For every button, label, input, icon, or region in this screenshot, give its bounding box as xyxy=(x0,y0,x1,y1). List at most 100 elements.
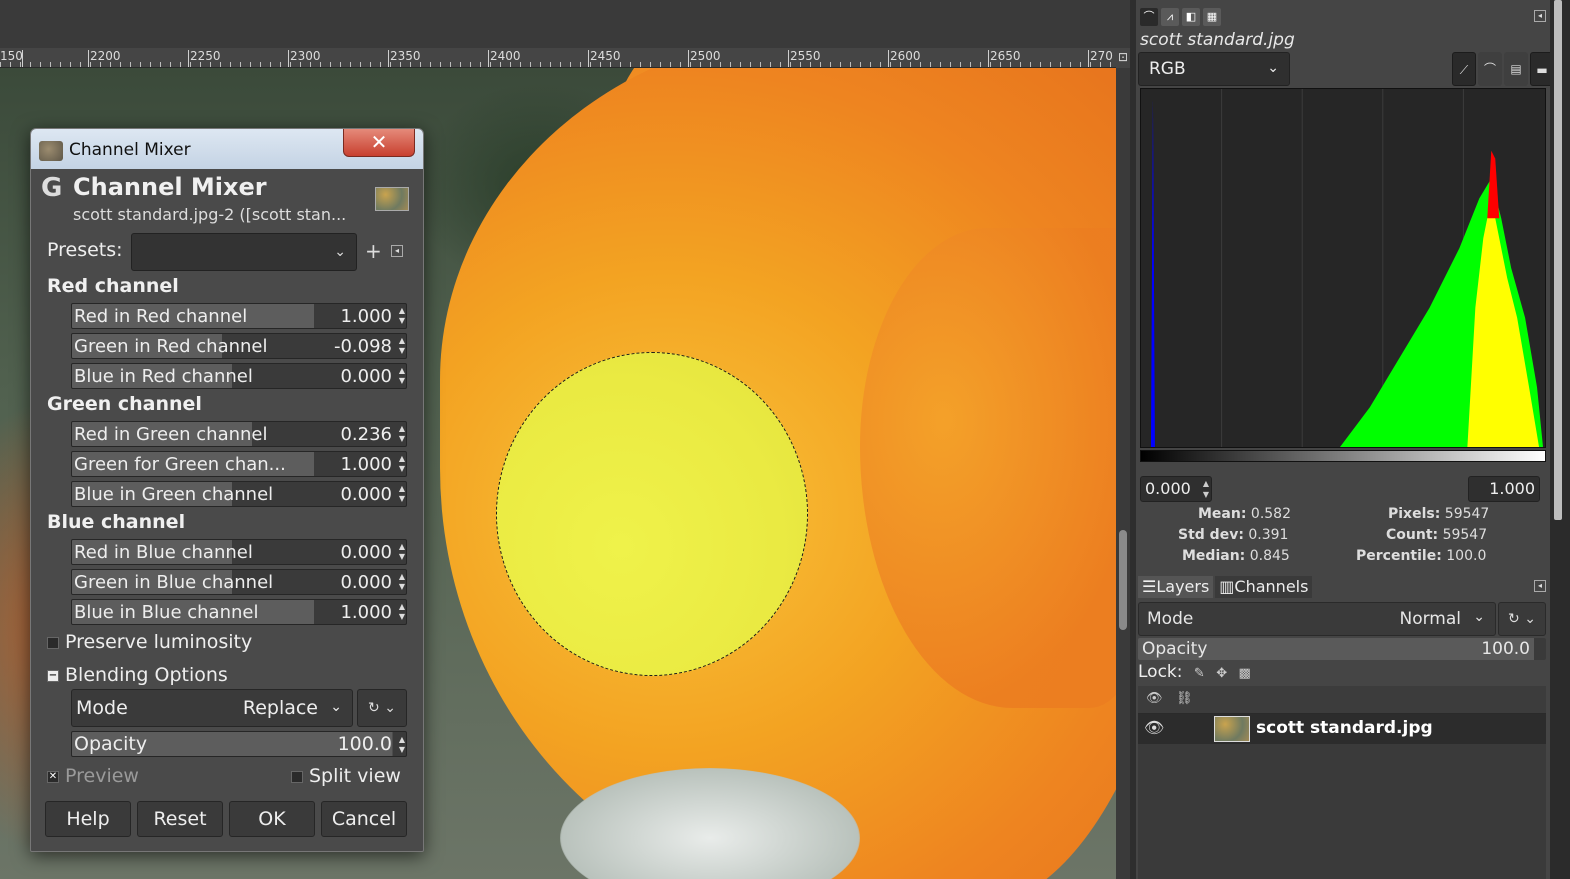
slider-label: Blue in Green channel xyxy=(74,484,274,505)
spin-icon[interactable]: ▲ ▼ xyxy=(399,454,405,474)
blue-in-green-slider[interactable]: Blue in Green channel 0.000 ▲ ▼ xyxy=(71,481,407,507)
right-edge-scrollbar[interactable] xyxy=(1550,0,1570,879)
slider-value: 0.000 xyxy=(340,484,392,505)
lock-row: Lock: ✎ ✥ ▩ xyxy=(1138,662,1251,682)
blue-in-red-slider[interactable]: Blue in Red channel 0.000 ▲ ▼ xyxy=(71,363,407,389)
histogram-tab-icon[interactable]: ⌒ xyxy=(1140,8,1158,26)
layer-name: scott standard.jpg xyxy=(1256,718,1433,738)
slider-label: Green in Blue channel xyxy=(74,572,274,593)
spin-icon[interactable]: ▲ ▼ xyxy=(399,366,405,386)
layer-opacity-slider[interactable]: Opacity 100.0 xyxy=(1138,638,1546,660)
chain-header-icon: ⛓ xyxy=(1176,691,1193,706)
spin-icon[interactable]: ▲ ▼ xyxy=(399,735,405,755)
log-scale-icon[interactable]: ⌒ xyxy=(1478,52,1502,86)
spin-icon[interactable]: ▲ ▼ xyxy=(399,542,405,562)
presets-select[interactable]: ⌄ xyxy=(131,233,357,271)
layer-mode-value: Normal xyxy=(1399,609,1461,629)
histogram-svg xyxy=(1150,89,1544,447)
dialog-subtitle: scott standard.jpg-2 ([scott stan... xyxy=(73,205,347,224)
spin-icon[interactable]: ▲ ▼ xyxy=(399,336,405,356)
edge-scrollbar-thumb[interactable] xyxy=(1554,0,1562,520)
cancel-button[interactable]: Cancel xyxy=(321,801,407,837)
blending-options-expander[interactable]: − Blending Options xyxy=(47,664,228,686)
green-in-blue-slider[interactable]: Green in Blue channel 0.000 ▲ ▼ xyxy=(71,569,407,595)
ruler-tick-label: 2550 xyxy=(790,49,821,63)
ruler-tick-label: 2350 xyxy=(390,49,421,63)
blue-in-blue-slider[interactable]: Blue in Blue channel 1.000 ▲ ▼ xyxy=(71,599,407,625)
lock-pixels-icon[interactable]: ✎ xyxy=(1194,666,1205,681)
dialog-titlebar[interactable]: Channel Mixer ✕ xyxy=(31,129,423,169)
spin-icon[interactable]: ▲ ▼ xyxy=(399,572,405,592)
red-in-green-slider[interactable]: Red in Green channel 0.236 ▲ ▼ xyxy=(71,421,407,447)
layer-row[interactable]: 👁 scott standard.jpg xyxy=(1138,714,1546,744)
blend-mode-label: Mode xyxy=(76,697,128,719)
ruler-major-tick xyxy=(788,50,789,67)
histogram-plot[interactable] xyxy=(1140,88,1546,448)
slider-value: 0.000 xyxy=(340,366,392,387)
histogram-channel-select[interactable]: RGB ⌄ xyxy=(1138,52,1290,86)
image-window-toolbar xyxy=(0,0,1130,48)
lock-alpha-icon[interactable]: ▩ xyxy=(1239,666,1251,681)
ruler-major-tick xyxy=(188,50,189,67)
histogram-range-max[interactable]: 1.000 xyxy=(1468,476,1540,502)
presets-menu-icon[interactable]: ◂ xyxy=(391,245,403,257)
tab-layers[interactable]: ☰Layers xyxy=(1138,576,1214,598)
slider-label: Red in Red channel xyxy=(74,306,248,327)
split-view-icon[interactable]: ▤ xyxy=(1504,52,1528,86)
pattern-tab-icon[interactable]: ▦ xyxy=(1203,8,1221,26)
horizontal-ruler[interactable]: 150 2200 2250 2300 2350 2400 2450 2500 2550 2600 2… xyxy=(0,48,1116,68)
layers-menu-icon[interactable]: ◂ xyxy=(1534,580,1546,592)
ok-button[interactable]: OK xyxy=(229,801,315,837)
red-in-red-slider[interactable]: Red in Red channel 1.000 ▲ ▼ xyxy=(71,303,407,329)
reset-button[interactable]: Reset xyxy=(137,801,223,837)
stat-pixels: Pixels: 59547 xyxy=(1388,506,1490,522)
channel-mixer-app-icon xyxy=(39,141,63,161)
layers-dock-tabs: ☰Layers ▥Channels xyxy=(1138,576,1313,598)
eye-icon[interactable]: 👁 xyxy=(1144,718,1164,737)
dialog-window-title: Channel Mixer xyxy=(69,140,191,160)
blend-opacity-value: 100.0 xyxy=(337,733,392,755)
ruler-tick-label: 270 xyxy=(1090,49,1113,63)
close-icon: ✕ xyxy=(370,130,388,154)
zoom-to-fit-icon[interactable]: ⊡ xyxy=(1116,48,1130,68)
blend-mode-select[interactable]: Mode Replace ⌄ xyxy=(71,689,353,727)
pointer-tab-icon[interactable]: ⩘ xyxy=(1161,8,1179,26)
preserve-luminosity-checkbox[interactable]: Preserve luminosity xyxy=(47,631,252,653)
help-button[interactable]: Help xyxy=(45,801,131,837)
gradient-tab-icon[interactable]: ◧ xyxy=(1182,8,1200,26)
elliptical-selection[interactable] xyxy=(496,352,808,676)
dialog-heading: Channel Mixer xyxy=(73,173,267,201)
spin-icon[interactable]: ▲ ▼ xyxy=(399,602,405,622)
green-in-green-slider[interactable]: Green for Green chan... 1.000 ▲ ▼ xyxy=(71,451,407,477)
add-preset-icon[interactable]: + xyxy=(365,239,382,263)
spin-icon[interactable]: ▲ ▼ xyxy=(399,306,405,326)
layer-list-header: 👁 ⛓ xyxy=(1138,686,1546,714)
composite-icon: ↻ xyxy=(368,700,380,716)
spin-icon[interactable]: ▲ ▼ xyxy=(399,484,405,504)
histogram-range-min[interactable]: 0.000 ▲ ▼ xyxy=(1140,476,1212,502)
spin-icon[interactable]: ▲ ▼ xyxy=(399,424,405,444)
dock-menu-icon[interactable]: ◂ xyxy=(1534,10,1546,22)
chevron-down-icon: ⌄ xyxy=(334,244,346,260)
close-button[interactable]: ✕ xyxy=(343,129,415,157)
split-view-checkbox[interactable]: Split view xyxy=(291,765,401,787)
canvas-vertical-scrollbar[interactable] xyxy=(1116,68,1130,879)
layer-composite-button[interactable]: ↻ ⌄ xyxy=(1498,602,1546,636)
red-in-blue-slider[interactable]: Red in Blue channel 0.000 ▲ ▼ xyxy=(71,539,407,565)
scrollbar-thumb[interactable] xyxy=(1119,530,1127,630)
lock-position-icon[interactable]: ✥ xyxy=(1216,666,1227,681)
preview-checkbox[interactable]: ✕ Preview xyxy=(47,765,139,787)
layer-opacity-value: 100.0 xyxy=(1481,639,1530,659)
slider-label: Green for Green chan... xyxy=(74,454,286,475)
layer-mode-select[interactable]: Mode Normal ⌄ xyxy=(1138,602,1496,636)
layers-list-empty-area[interactable] xyxy=(1138,744,1546,879)
blend-opacity-slider[interactable]: Opacity 100.0 ▲ ▼ xyxy=(71,731,407,757)
linear-scale-icon[interactable]: ⟋ xyxy=(1452,52,1476,86)
histogram-range-slider[interactable] xyxy=(1140,450,1546,462)
green-in-red-slider[interactable]: Green in Red channel -0.098 ▲ ▼ xyxy=(71,333,407,359)
slider-label: Red in Blue channel xyxy=(74,542,253,563)
spin-icon[interactable]: ▲ ▼ xyxy=(1203,478,1209,500)
tab-channels[interactable]: ▥Channels xyxy=(1215,576,1313,598)
blend-composite-button[interactable]: ↻ ⌄ xyxy=(357,689,407,727)
histogram-range-max-value: 1.000 xyxy=(1489,479,1535,498)
